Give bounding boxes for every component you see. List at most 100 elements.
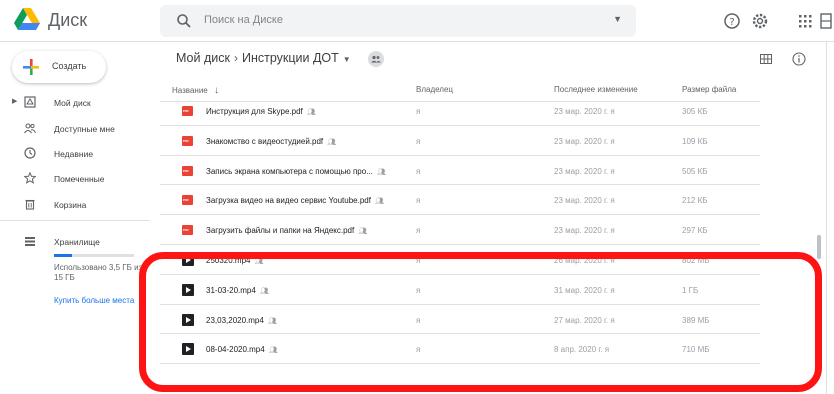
file-row[interactable]: Загрузить файлы и папки на Яндекс.pdf👥︎ … <box>160 215 760 245</box>
top-bar: Диск Поиск на Диске ▼ ? <box>0 0 834 42</box>
file-row[interactable]: 23,03,2020.mp4 👥︎ я 27 мар. 2020 г. я 389… <box>160 305 760 335</box>
sidebar: Создать ▶ Мой диск Доступные мне Недавни… <box>0 42 160 394</box>
file-size: 710 МБ <box>682 345 710 355</box>
shared-people-icon: 👥︎ <box>358 228 368 236</box>
column-header-owner[interactable]: Владелец <box>416 85 453 94</box>
plus-icon <box>23 59 39 75</box>
sidebar-item-label: Помеченные <box>54 174 105 184</box>
sidebar-item-label: Недавние <box>54 149 94 159</box>
sidebar-item-starred[interactable]: Помеченные <box>0 166 160 190</box>
create-button[interactable]: Создать <box>12 51 106 83</box>
column-header-name[interactable]: Название ↓ <box>172 85 219 96</box>
video-file-icon <box>182 343 194 356</box>
column-header-size[interactable]: Размер файла <box>682 85 736 94</box>
sort-arrow-down-icon[interactable]: ↓ <box>214 85 219 96</box>
file-name-text: Инструкция для Skype.pdf <box>206 107 303 116</box>
sidebar-item-label: Доступные мне <box>54 124 115 134</box>
file-name-text: Запись экрана компьютера с помощью про..… <box>206 166 373 176</box>
file-modified: 23 мар. 2020 г. я <box>554 226 615 236</box>
file-row[interactable]: 250320.mp4 👥︎ я 26 мар. 2020 г. я 802 МБ <box>160 245 760 275</box>
svg-text:?: ? <box>729 17 734 28</box>
breadcrumb-current[interactable]: Инструкции ДОТ <box>242 51 339 65</box>
file-modified: 23 мар. 2020 г. я <box>554 196 615 206</box>
file-owner: я <box>416 315 421 325</box>
file-modified: 23 мар. 2020 г. я <box>554 107 615 116</box>
file-owner: я <box>416 107 421 116</box>
file-row[interactable]: Знакомство с видеостудией.pdf👥︎ я 23 мар… <box>160 126 760 156</box>
file-modified: 23 мар. 2020 г. я <box>554 136 615 146</box>
pdf-file-icon <box>182 135 193 146</box>
file-name: 250320.mp4 👥︎ <box>206 256 263 265</box>
file-name: 31-03-20.mp4 👥︎ <box>206 286 269 295</box>
sidebar-item-storage[interactable]: Хранилище <box>0 229 160 253</box>
shared-icon <box>24 123 36 134</box>
shared-people-icon: 👥︎ <box>268 347 278 355</box>
sidebar-item-label: Корзина <box>54 200 87 210</box>
clock-icon <box>24 147 36 159</box>
scrollbar-thumb[interactable] <box>817 235 821 259</box>
file-owner: я <box>416 285 421 295</box>
video-file-icon <box>182 283 194 296</box>
shared-people-icon: 👥︎ <box>327 138 337 146</box>
storage-quota-bar <box>54 254 134 257</box>
shared-people-icon: 👥︎ <box>254 257 264 265</box>
search-icon[interactable] <box>176 13 192 29</box>
file-row[interactable]: 31-03-20.mp4 👥︎ я 31 мар. 2020 г. я 1 ГБ <box>160 275 760 305</box>
file-size: 505 КБ <box>682 166 708 176</box>
grid-view-icon[interactable] <box>760 54 772 64</box>
help-icon[interactable]: ? <box>722 11 742 31</box>
file-owner: я <box>416 226 421 236</box>
file-size: 297 КБ <box>682 226 708 236</box>
file-name-text: 250320.mp4 <box>206 255 251 265</box>
search-input[interactable]: Поиск на Диске <box>204 14 283 26</box>
sidebar-item-shared[interactable]: Доступные мне <box>0 116 160 140</box>
file-owner: я <box>416 196 421 206</box>
pdf-file-icon <box>182 195 193 206</box>
file-list: Инструкция для Skype.pdf 👥︎ я 23 мар. 202… <box>160 96 760 365</box>
folder-menu-dropdown-icon[interactable]: ▼ <box>343 55 351 64</box>
file-row[interactable]: Загрузка видео на видео сервис Youtube.p… <box>160 185 760 216</box>
file-modified: 23 мар. 2020 г. я <box>554 166 615 176</box>
column-header-modified[interactable]: Последнее изменение <box>554 85 638 94</box>
file-size: 212 КБ <box>682 196 708 206</box>
info-icon[interactable] <box>792 52 806 66</box>
main-content: Мой диск › Инструкции ДОТ ▼ Название ↓ Влад… <box>160 42 834 394</box>
file-size: 109 КБ <box>682 136 708 146</box>
shared-folder-icon[interactable] <box>368 51 384 67</box>
file-size: 389 МБ <box>682 315 710 325</box>
file-owner: я <box>416 136 421 146</box>
sidebar-item-trash[interactable]: Корзина <box>0 192 160 216</box>
search-options-icon[interactable]: ▼ <box>613 14 622 24</box>
file-owner: я <box>416 345 421 355</box>
buy-storage-link[interactable]: Купить больше места <box>54 296 134 305</box>
account-icon[interactable] <box>818 11 834 31</box>
search-bar[interactable]: Поиск на Диске ▼ <box>160 5 636 37</box>
storage-used-text: Использовано 3,5 ГБ из 15 ГБ <box>54 263 143 282</box>
settings-gear-icon[interactable] <box>750 11 770 31</box>
star-icon <box>24 172 36 184</box>
expand-caret-icon[interactable]: ▶ <box>12 97 17 105</box>
apps-grid-icon[interactable] <box>795 11 815 31</box>
file-row[interactable]: Запись экрана компьютера с помощью про..… <box>160 156 760 186</box>
video-file-icon <box>182 313 194 326</box>
file-name-text: Загрузить файлы и папки на Яндекс.pdf <box>206 226 355 236</box>
side-panel-edge <box>826 42 834 394</box>
file-name: Загрузить файлы и папки на Яндекс.pdf 👥︎ <box>206 226 367 235</box>
file-name-text: 31-03-20.mp4 <box>206 285 256 295</box>
google-drive-logo-icon[interactable] <box>14 8 40 32</box>
trash-icon <box>25 199 35 210</box>
video-file-icon <box>182 253 194 266</box>
shared-people-icon: 👥︎ <box>376 168 386 176</box>
breadcrumb-root[interactable]: Мой диск <box>176 51 230 65</box>
app-name[interactable]: Диск <box>48 10 87 31</box>
file-name: 08-04-2020.mp4 👥︎ <box>206 345 278 354</box>
file-row[interactable]: Инструкция для Skype.pdf👥︎ я 23 мар. 202… <box>160 96 760 126</box>
sidebar-item-my-drive[interactable]: ▶ Мой диск <box>0 90 160 114</box>
file-name-text: Знакомство с видеостудией.pdf <box>206 136 324 146</box>
file-row[interactable]: 08-04-2020.mp4 👥︎ я 8 апр. 2020 г. я 710 … <box>160 334 760 365</box>
chevron-right-icon: › <box>233 51 238 65</box>
shared-people-icon: 👥︎ <box>267 317 277 325</box>
file-name: 23,03,2020.mp4 👥︎ <box>206 316 277 325</box>
sidebar-item-recent[interactable]: Недавние <box>0 141 160 165</box>
file-size: 802 МБ <box>682 255 710 265</box>
